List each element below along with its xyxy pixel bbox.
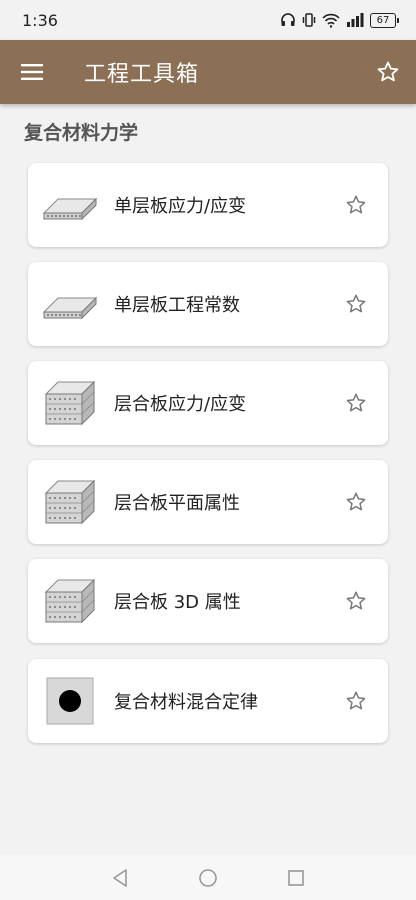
tool-card-label: 复合材料混合定律: [114, 692, 258, 713]
signal-icon: [347, 13, 364, 27]
tool-card-label: 单层板工程常数: [114, 295, 240, 316]
headphones-icon: [281, 13, 295, 26]
menu-button[interactable]: [0, 40, 64, 104]
recents-square-icon: [288, 869, 304, 886]
star-outline-icon: [346, 393, 366, 412]
single-ply-icon: [42, 180, 98, 230]
favorite-toggle[interactable]: [338, 683, 374, 719]
nav-recents-button[interactable]: [252, 855, 340, 900]
status-time: 1:36: [22, 10, 58, 30]
back-triangle-icon: [113, 868, 127, 887]
tool-card-laminate-stress-strain[interactable]: 层合板应力/应变: [28, 361, 388, 445]
star-outline-icon: [346, 195, 366, 214]
tool-card-laminate-3d-properties[interactable]: 层合板 3D 属性: [28, 559, 388, 643]
favorite-toggle[interactable]: [338, 286, 374, 322]
app-title: 工程工具箱: [84, 62, 200, 87]
single-ply-icon: [42, 279, 98, 329]
star-outline-icon: [346, 591, 366, 610]
status-icons: 67: [280, 12, 399, 28]
favorite-toggle[interactable]: [338, 583, 374, 619]
tool-card-label: 层合板平面属性: [114, 493, 240, 514]
nav-home-button[interactable]: [164, 855, 252, 900]
tool-card-single-ply-stress-strain[interactable]: 单层板应力/应变: [28, 163, 388, 247]
vibrate-icon: [302, 13, 316, 27]
fiber-matrix-icon: [42, 676, 98, 726]
menu-icon: [21, 64, 43, 80]
wifi-icon: [322, 13, 340, 28]
favorites-button[interactable]: [360, 40, 416, 104]
laminate-icon: [42, 576, 98, 626]
home-circle-icon: [199, 868, 217, 887]
favorite-toggle[interactable]: [338, 385, 374, 421]
battery-icon: 67: [370, 12, 399, 28]
tool-card-laminate-in-plane-properties[interactable]: 层合板平面属性: [28, 460, 388, 544]
star-outline-icon: [377, 61, 399, 82]
star-outline-icon: [346, 691, 366, 710]
laminate-icon: [42, 477, 98, 527]
tool-card-label: 单层板应力/应变: [114, 196, 247, 217]
tool-card-rule-of-mixtures[interactable]: 复合材料混合定律: [28, 659, 388, 743]
section-title: 复合材料力学: [24, 122, 139, 144]
app-bar: 工程工具箱: [0, 40, 416, 104]
tool-card-label: 层合板 3D 属性: [114, 592, 241, 613]
laminate-icon: [42, 378, 98, 428]
tool-card-single-ply-engineering-constants[interactable]: 单层板工程常数: [28, 262, 388, 346]
favorite-toggle[interactable]: [338, 484, 374, 520]
status-bar: 1:36 67: [0, 0, 416, 40]
star-outline-icon: [346, 492, 366, 511]
star-outline-icon: [346, 294, 366, 313]
nav-back-button[interactable]: [76, 855, 164, 900]
tool-card-label: 层合板应力/应变: [114, 394, 247, 415]
favorite-toggle[interactable]: [338, 187, 374, 223]
system-nav-bar: [0, 855, 416, 900]
